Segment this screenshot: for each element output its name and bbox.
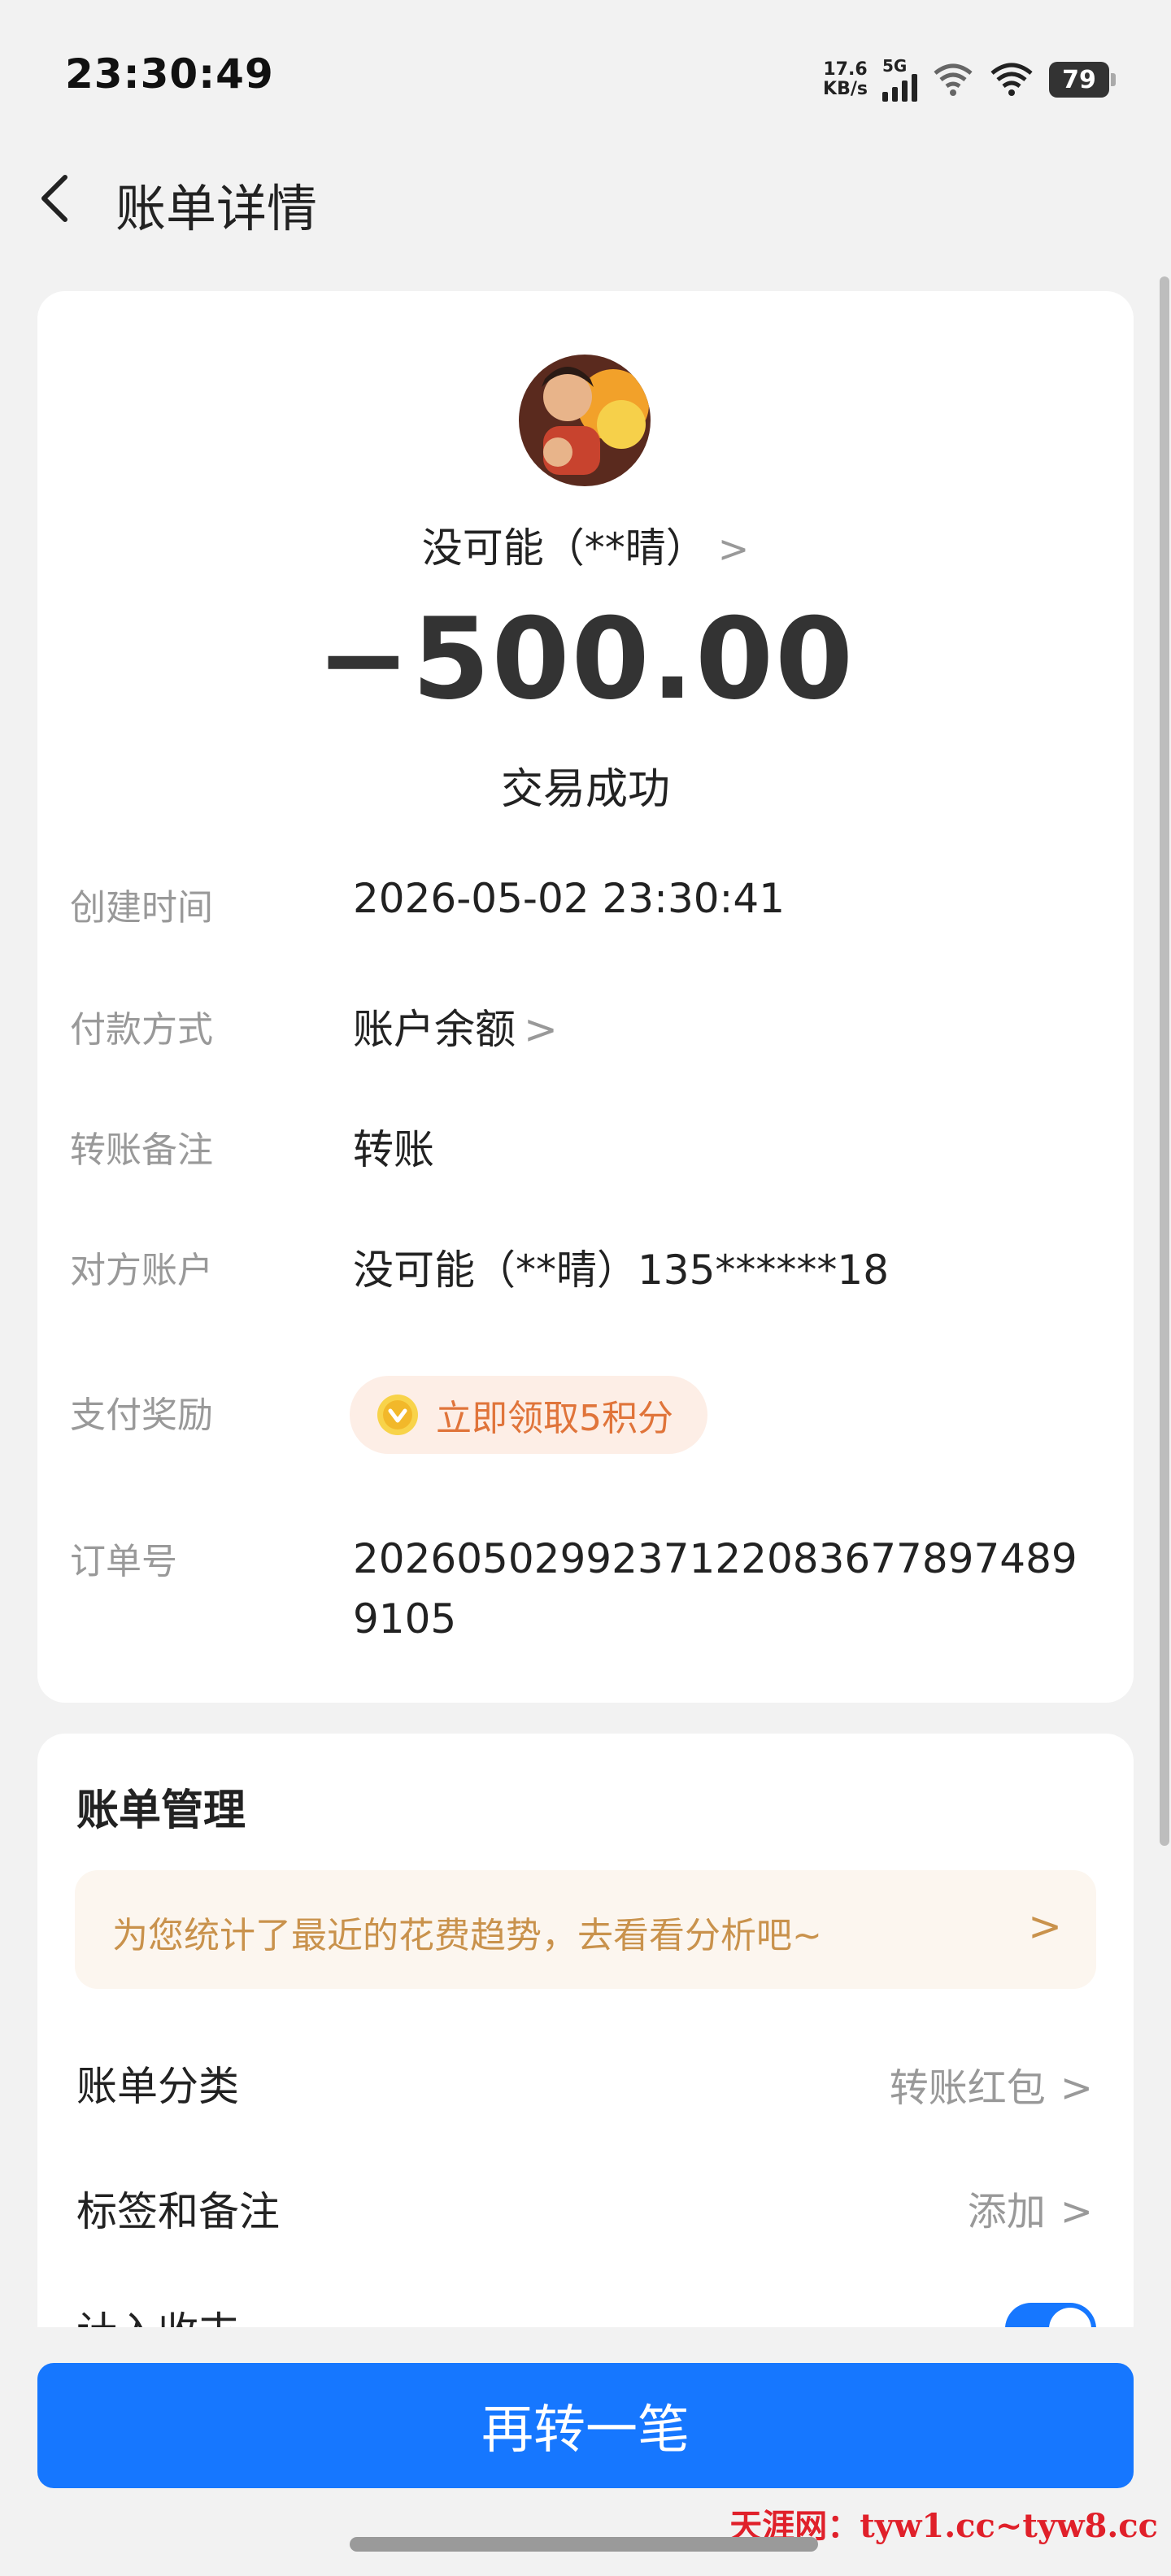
payee-avatar[interactable] [519,355,651,486]
payment-method-label: 付款方式 [70,1009,213,1051]
page-title: 账单详情 [115,179,318,238]
claim-points-button[interactable]: 立即领取5积分 [350,1376,707,1454]
claim-points-label: 立即领取5积分 [436,1398,673,1439]
back-button[interactable] [33,172,85,224]
avatar-image [519,355,651,486]
page-header: 账单详情 [0,154,1171,244]
status-icons: 17.6 KB/s 5G 79 [823,55,1116,104]
tags-notes-label: 标签和备注 [76,2188,280,2235]
spending-trend-text: 为您统计了最近的花费趋势，去看看分析吧~ [112,1915,822,1956]
chevron-right-icon: > [1028,1903,1062,1950]
payee-name-link[interactable]: 没可能（**晴） > [37,516,1134,574]
chevron-right-icon: > [1060,2065,1093,2111]
network-type-label: 5G [882,56,908,76]
network-speed-value: 17.6 [823,59,868,80]
tags-notes-value-group: 添加 > [968,2179,1093,2236]
transfer-note-label: 转账备注 [70,1129,213,1171]
home-indicator[interactable] [350,2537,818,2552]
cellular-signal-icon: 5G [882,58,917,102]
status-bar: 23:30:49 17.6 KB/s 5G 79 [0,0,1171,154]
network-speed-unit: KB/s [823,79,868,99]
bill-category-value-group: 转账红包 > [890,2056,1093,2113]
bill-management-card: 账单管理 为您统计了最近的花费趋势，去看看分析吧~ > 账单分类 转账红包 > 标… [37,1734,1134,2356]
section-title: 账单管理 [76,1786,246,1835]
battery-icon: 79 [1049,62,1116,98]
counterparty-value: 没可能（**晴）135******18 [353,1247,890,1294]
network-speed: 17.6 KB/s [823,60,868,99]
payee-name: 没可能（**晴） [421,524,707,572]
wifi-plus-icon [934,63,973,96]
bill-detail-card: 没可能（**晴） > −500.00 交易成功 创建时间 2026-05-02 2… [37,291,1134,1703]
chevron-left-icon [41,175,67,222]
chevron-right-icon: > [524,1006,558,1053]
chevron-right-icon: > [1060,2189,1093,2234]
created-time-label: 创建时间 [70,887,213,929]
created-time-value: 2026-05-02 23:30:41 [353,875,786,922]
scrollbar[interactable] [1160,276,1169,1846]
spending-trend-banner[interactable]: 为您统计了最近的花费趋势，去看看分析吧~ > [75,1870,1096,1989]
counterparty-label: 对方账户 [70,1250,213,1291]
tags-notes-value: 添加 [967,2189,1046,2234]
points-coin-icon [377,1395,418,1435]
transaction-amount: −500.00 [316,594,855,724]
payment-reward-label: 支付奖励 [70,1395,213,1436]
wifi-icon [990,63,1033,96]
transfer-note-value: 转账 [353,1126,434,1173]
transaction-status: 交易成功 [500,765,670,814]
order-number-label: 订单号 [70,1541,177,1582]
bill-category-label: 账单分类 [76,2063,239,2110]
status-time: 23:30:49 [65,50,274,98]
order-number-value: 20260502992371220836778974899105 [353,1535,1077,1643]
bill-category-value: 转账红包 [889,2065,1046,2111]
chevron-right-icon: > [717,527,750,571]
bottom-action-bar: 再转一笔 天涯网：tyw1.cc~tyw8.cc [0,2327,1171,2576]
payment-method-value: 账户余额 [353,1006,516,1053]
payment-method-link[interactable]: 账户余额 > [353,997,558,1055]
battery-level: 79 [1062,65,1096,94]
transfer-again-button[interactable]: 再转一笔 [37,2363,1134,2488]
